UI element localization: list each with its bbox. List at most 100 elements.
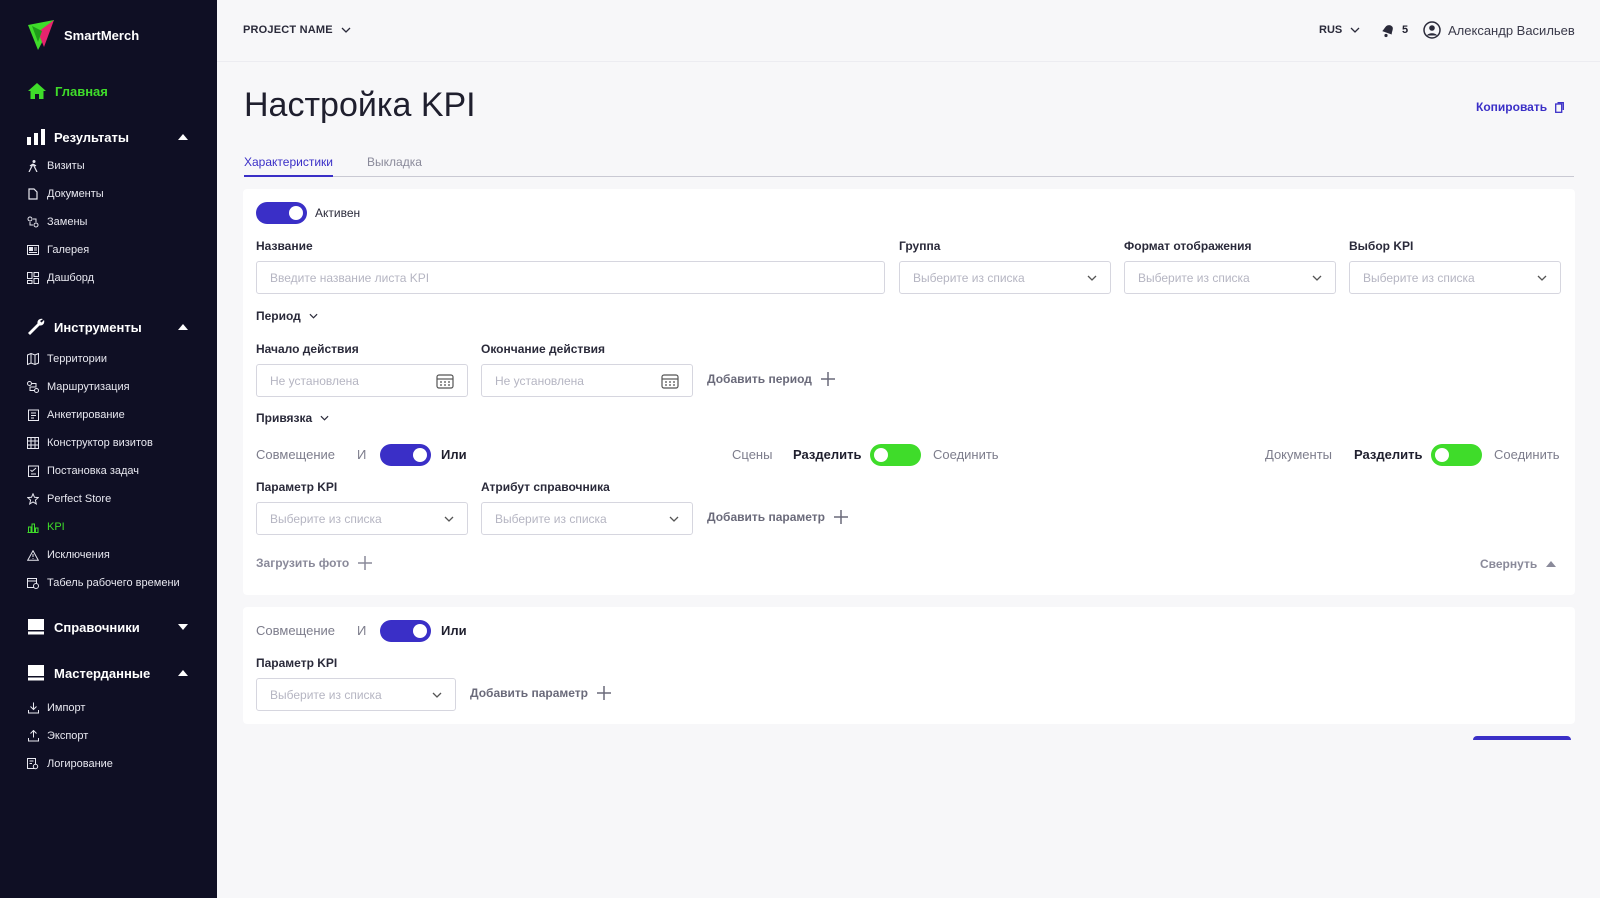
add-param-button[interactable]: Добавить параметр (470, 686, 611, 700)
sidebar-item-tasks[interactable]: Постановка задач (27, 465, 139, 477)
section-results[interactable]: Результаты (26, 128, 188, 146)
active-label: Активен (315, 206, 361, 220)
chevron-down-icon (1537, 275, 1547, 281)
kpi-param-select[interactable]: Выберите из списка (256, 678, 456, 711)
save-button-edge[interactable] (1473, 736, 1571, 740)
kpi-param-label: Параметр KPI (256, 480, 338, 494)
and-or-toggle[interactable] (380, 620, 431, 642)
section-directories[interactable]: Справочники (26, 618, 188, 636)
attribute-select[interactable]: Выберите из списка (481, 502, 693, 535)
notifications-count: 5 (1402, 24, 1409, 36)
sidebar-item-surveys[interactable]: Анкетирование (27, 409, 125, 421)
sidebar-item-label: Анкетирование (47, 409, 125, 421)
map-icon (27, 353, 39, 365)
app-name: SmartMerch (64, 27, 140, 43)
section-tools[interactable]: Инструменты (26, 318, 188, 336)
active-toggle[interactable] (256, 202, 307, 224)
kpi-settings-card: Активен Название Группа Формат отображен… (243, 189, 1575, 595)
project-selector[interactable]: PROJECT NAME (243, 24, 351, 36)
period-section-toggle[interactable]: Период (256, 309, 318, 323)
document-icon (27, 188, 39, 200)
copy-button[interactable]: Копировать (1476, 100, 1565, 114)
kpi-param-select[interactable]: Выберите из списка (256, 502, 468, 535)
sidebar-item-export[interactable]: Экспорт (27, 730, 88, 742)
sidebar-item-perfect-store[interactable]: Perfect Store (27, 493, 111, 505)
or-label: Или (441, 447, 467, 462)
bell-icon (1382, 25, 1393, 38)
copy-icon (1555, 101, 1565, 113)
kpi-param-placeholder: Выберите из списка (270, 511, 382, 526)
tab-characteristics[interactable]: Характеристики (244, 155, 333, 177)
sidebar-item-replacements[interactable]: Замены (27, 216, 87, 228)
sidebar-item-import[interactable]: Импорт (27, 702, 85, 714)
nav-home[interactable]: Главная (28, 83, 108, 99)
format-label: Формат отображения (1124, 239, 1252, 253)
caret-down-icon (178, 624, 188, 630)
upload-photo-button[interactable]: Загрузить фото (256, 556, 373, 570)
chevron-down-icon (309, 313, 318, 319)
warning-icon (27, 549, 39, 561)
upload-photo-label: Загрузить фото (256, 556, 350, 570)
group-placeholder: Выберите из списка (913, 270, 1025, 285)
sidebar-item-documents[interactable]: Документы (27, 188, 104, 200)
notifications-button[interactable]: 5 (1380, 22, 1408, 38)
scenes-toggle[interactable] (870, 444, 921, 466)
sidebar-item-exceptions[interactable]: Исключения (27, 549, 110, 561)
name-label: Название (256, 239, 313, 253)
toggle-knob (413, 448, 427, 462)
gallery-icon (27, 244, 39, 256)
page-title: Настройка KPI (244, 86, 476, 124)
sidebar-item-label: Исключения (47, 549, 110, 561)
end-date-input[interactable]: Не установлена (481, 364, 693, 397)
collapse-button[interactable]: Свернуть (1480, 557, 1557, 571)
calendar-icon[interactable] (436, 373, 454, 389)
section-master-data[interactable]: Мастерданные (26, 664, 188, 682)
swap-icon (27, 216, 39, 228)
sidebar: SmartMerch Главная Результаты Визиты Док… (0, 0, 217, 898)
toggle-knob (289, 206, 303, 220)
group-select[interactable]: Выберите из списка (899, 261, 1111, 294)
sidebar-item-logging[interactable]: Логирование (27, 758, 113, 770)
chevron-down-icon (341, 27, 351, 33)
sidebar-item-label: Галерея (47, 244, 90, 256)
sidebar-item-territories[interactable]: Территории (27, 353, 107, 365)
chevron-down-icon (1087, 275, 1097, 281)
end-date-label: Окончание действия (481, 342, 606, 356)
sidebar-item-label: Экспорт (47, 730, 89, 742)
user-avatar-icon (1423, 21, 1441, 39)
sidebar-item-timesheet[interactable]: Табель рабочего времени (27, 577, 180, 589)
copy-label: Копировать (1476, 100, 1548, 114)
docs-toggle[interactable] (1431, 444, 1482, 466)
add-period-button[interactable]: Добавить период (707, 372, 835, 386)
kpi-chart-icon (27, 521, 39, 533)
sidebar-item-kpi[interactable]: KPI (27, 521, 65, 533)
and-or-toggle[interactable] (380, 444, 431, 466)
period-label: Период (256, 309, 301, 323)
language-selector[interactable]: RUS (1319, 24, 1360, 36)
name-input[interactable]: Введите название листа KPI (256, 261, 885, 294)
binding-section-toggle[interactable]: Привязка (256, 411, 329, 425)
nav-home-label: Главная (55, 83, 108, 99)
toggle-knob (874, 448, 888, 462)
tab-layout[interactable]: Выкладка (367, 155, 422, 169)
name-placeholder: Введите название листа KPI (270, 270, 430, 285)
user-menu[interactable]: Александр Васильев (1423, 21, 1575, 39)
scenes-label: Сцены (732, 447, 773, 462)
sidebar-item-gallery[interactable]: Галерея (27, 244, 89, 256)
add-param-button[interactable]: Добавить параметр (707, 510, 848, 524)
group-label: Группа (899, 239, 941, 253)
start-date-input[interactable]: Не установлена (256, 364, 468, 397)
calendar-icon[interactable] (661, 373, 679, 389)
top-bar: PROJECT NAME RUS 5 Александр Васильев (217, 0, 1600, 62)
sidebar-item-visits[interactable]: Визиты (27, 160, 85, 172)
calendar-clock-icon (27, 577, 39, 589)
kpi-select[interactable]: Выберите из списка (1349, 261, 1561, 294)
dashboard-icon (27, 272, 39, 284)
sidebar-item-routing[interactable]: Маршрутизация (27, 381, 130, 393)
logo[interactable]: SmartMerch (28, 20, 139, 50)
wrench-icon (26, 318, 46, 336)
scenes-join-label: Соединить (933, 447, 999, 462)
format-select[interactable]: Выберите из списка (1124, 261, 1336, 294)
sidebar-item-dashboard[interactable]: Дашборд (27, 272, 94, 284)
sidebar-item-visit-builder[interactable]: Конструктор визитов (27, 437, 153, 449)
